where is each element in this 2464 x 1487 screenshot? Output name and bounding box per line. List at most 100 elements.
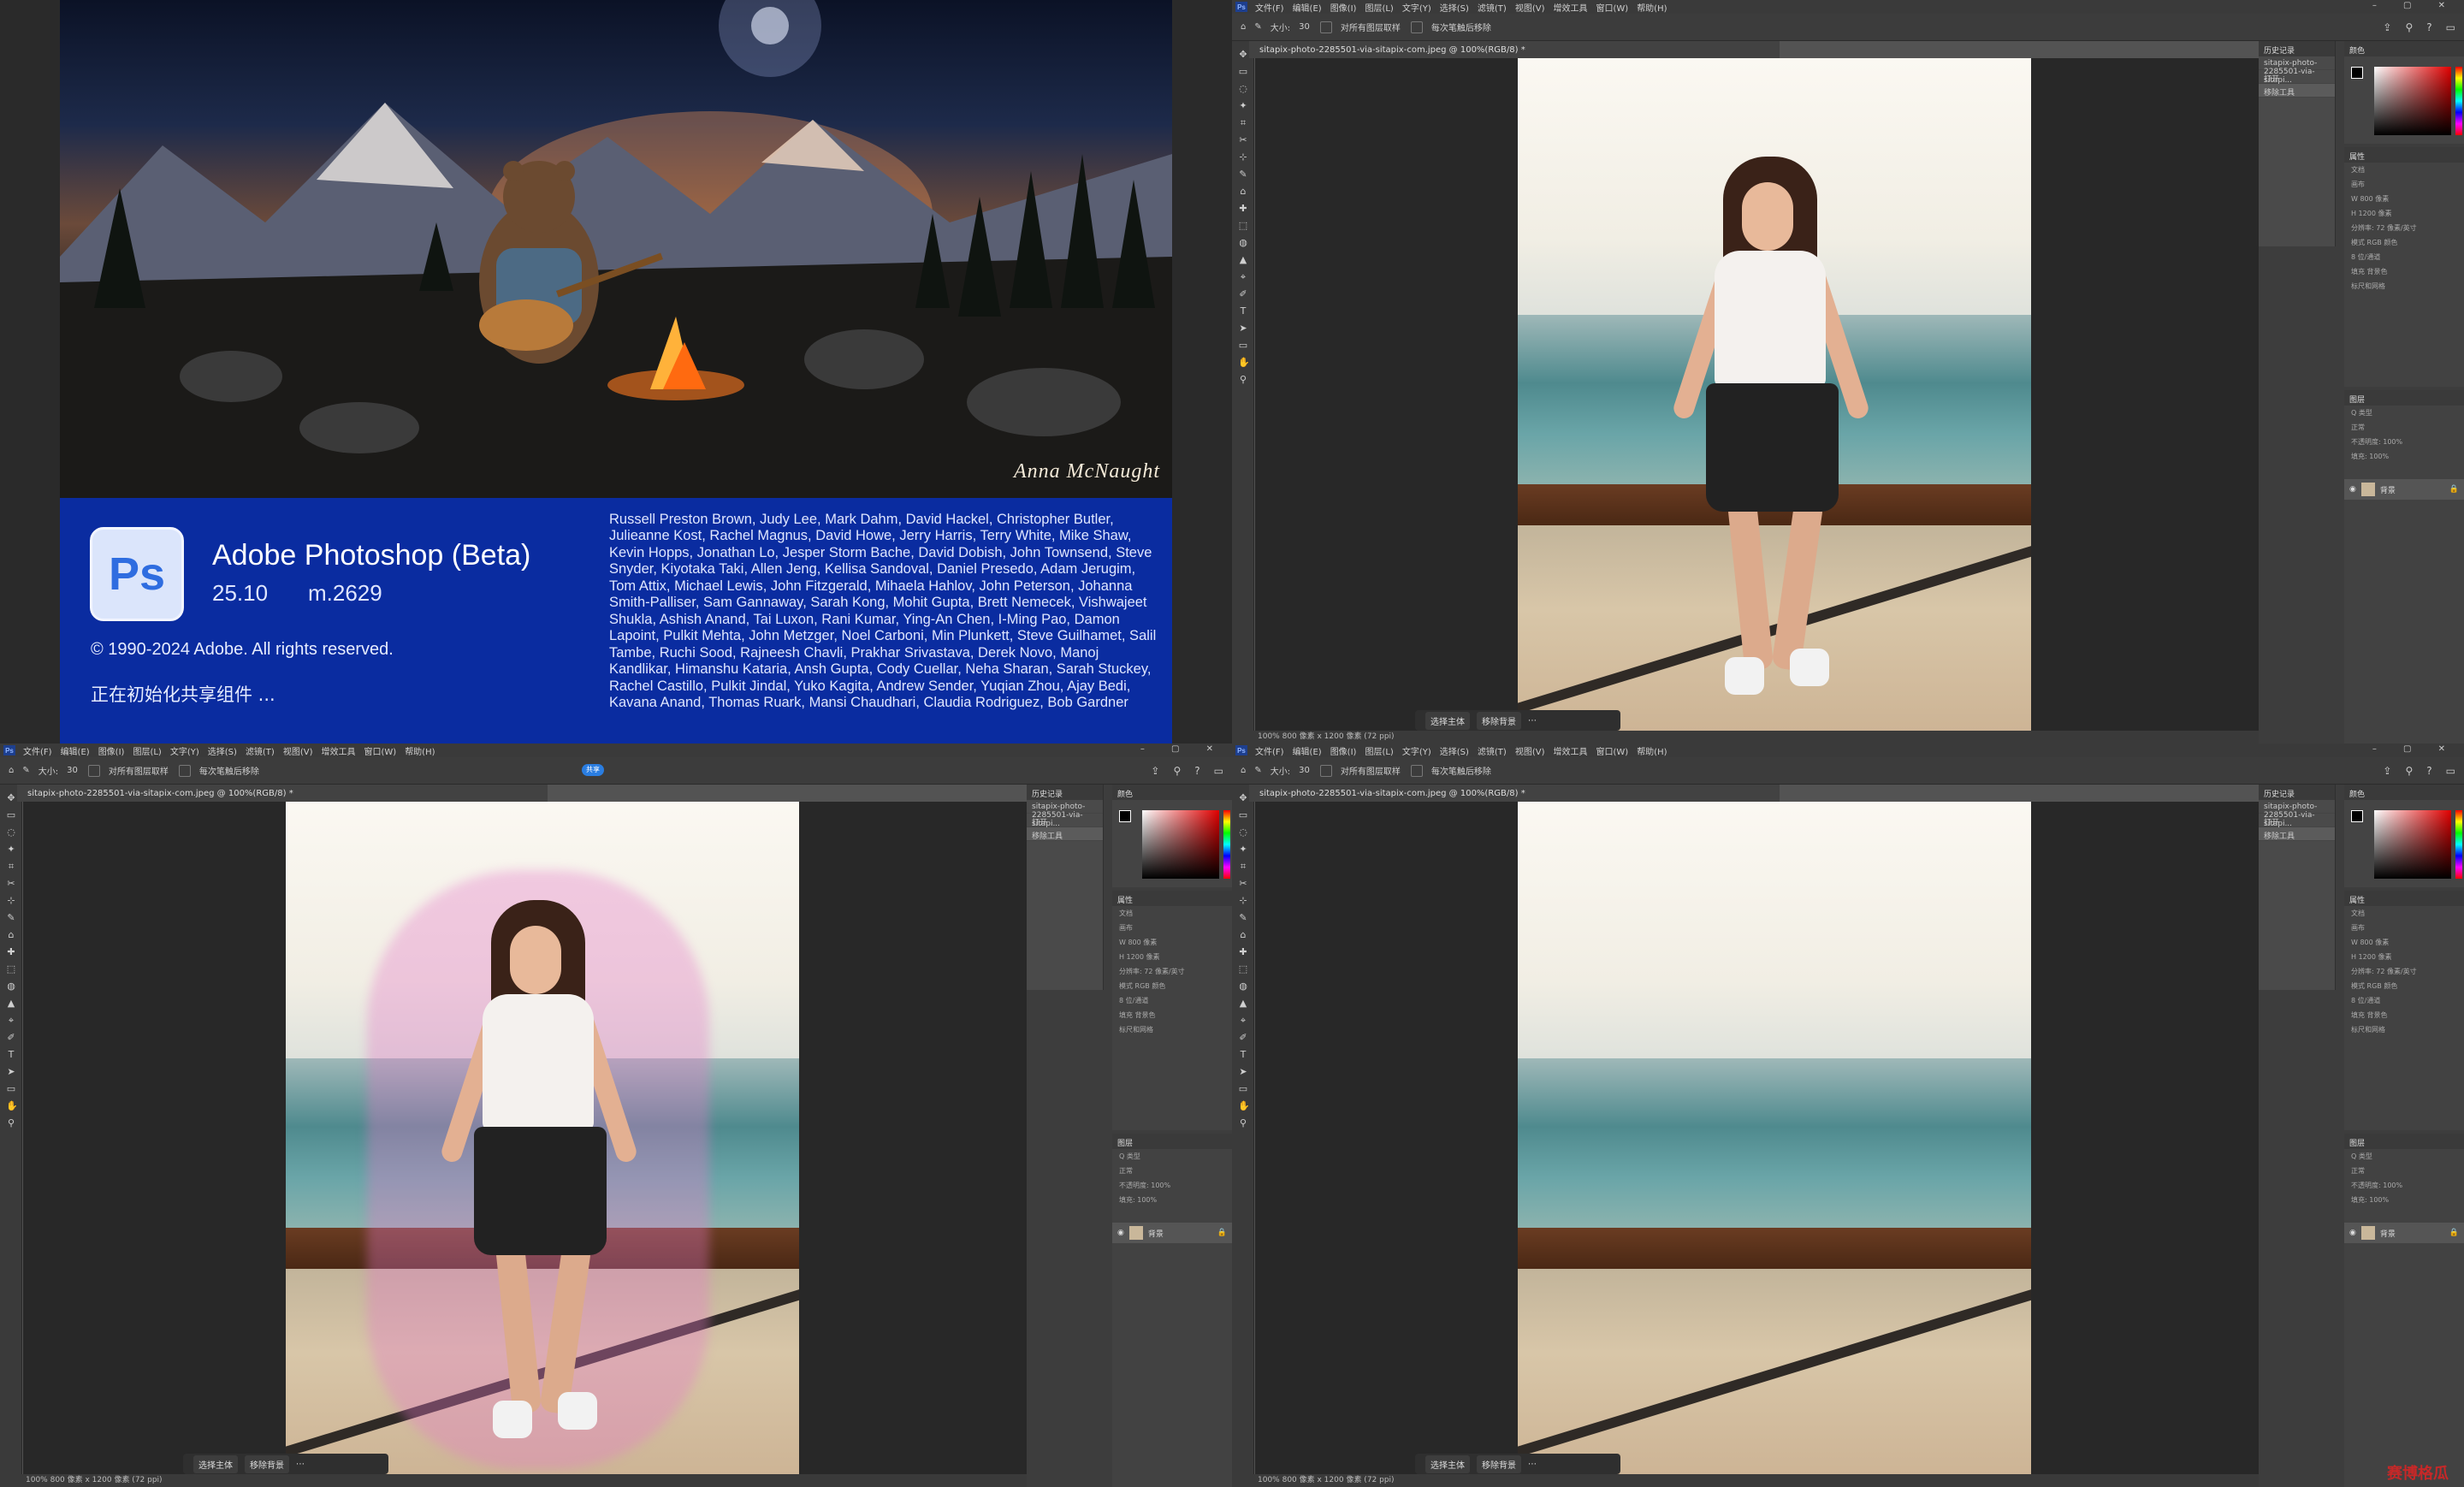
tool-icon[interactable]: ✚ bbox=[6, 947, 16, 957]
tool-icon[interactable]: ◍ bbox=[1238, 981, 1248, 992]
menu-item[interactable]: 增效工具 bbox=[317, 748, 359, 757]
tool-icon[interactable]: ⬚ bbox=[6, 964, 16, 975]
tool-icon[interactable]: ⚲ bbox=[1238, 375, 1248, 385]
layer-fill[interactable]: 填充: 100% bbox=[1112, 1193, 1232, 1207]
props-guides[interactable]: 标尺和网格 bbox=[2344, 1022, 2464, 1037]
tool-icon[interactable]: ⚲ bbox=[6, 1118, 16, 1129]
props-width[interactable]: W 800 像素 bbox=[1112, 935, 1232, 950]
workspace-icon[interactable]: ▭ bbox=[2446, 21, 2455, 33]
hue-slider[interactable] bbox=[2455, 810, 2462, 879]
tool-icon[interactable]: ✦ bbox=[1238, 101, 1248, 111]
help-icon[interactable]: ? bbox=[2426, 765, 2431, 777]
tool-icon[interactable]: ⌂ bbox=[6, 930, 16, 940]
menu-item[interactable]: 增效工具 bbox=[1549, 748, 1591, 757]
document-image[interactable] bbox=[1518, 802, 2031, 1476]
menu-item[interactable]: 滤镜(T) bbox=[1473, 4, 1511, 14]
tool-icon[interactable]: ✋ bbox=[6, 1101, 18, 1111]
color-picker-field[interactable] bbox=[2374, 810, 2451, 879]
color-panel-tabs[interactable]: 颜色 bbox=[2344, 41, 2464, 56]
props-mode[interactable]: 模式 RGB 颜色 bbox=[2344, 235, 2464, 250]
document-tab[interactable]: sitapix-photo-2285501-via-sitapix-com.jp… bbox=[17, 785, 548, 802]
layer-name[interactable]: 背景 bbox=[2380, 484, 2396, 495]
more-options-icon[interactable]: ⋯ bbox=[1528, 716, 1537, 726]
menu-item[interactable]: 文字(Y) bbox=[1398, 748, 1436, 757]
menu-item[interactable]: 帮助(H) bbox=[1632, 748, 1671, 757]
search-icon[interactable]: ⚲ bbox=[2405, 21, 2413, 33]
canvas-area[interactable]: 选择主体 移除背景 ⋯ bbox=[23, 802, 1027, 1476]
tool-icon[interactable]: ⌂ bbox=[1238, 930, 1248, 940]
history-snapshot[interactable]: sitapix-photo-2285501-via-sitapi... bbox=[2259, 56, 2335, 85]
foreground-color-swatch[interactable] bbox=[2351, 67, 2363, 79]
tool-icon[interactable]: ✐ bbox=[6, 1033, 16, 1043]
color-panel-tabs[interactable]: 颜色 bbox=[2344, 785, 2464, 800]
tool-icon[interactable]: ➤ bbox=[6, 1067, 16, 1077]
tool-icon[interactable]: ✂ bbox=[1238, 879, 1248, 889]
layers-panel-title[interactable]: 图层 bbox=[2344, 390, 2464, 406]
history-remove-step[interactable]: 移除工具 bbox=[1027, 827, 1103, 841]
props-fill[interactable]: 填充 背景色 bbox=[1112, 1008, 1232, 1022]
tool-icon[interactable]: ⊹ bbox=[1238, 152, 1248, 163]
auto-remove-checkbox[interactable] bbox=[178, 764, 191, 777]
props-width[interactable]: W 800 像素 bbox=[2344, 935, 2464, 950]
tool-icon[interactable]: ▭ bbox=[6, 810, 16, 821]
brush-tool-icon[interactable]: ✎ bbox=[1254, 766, 1261, 775]
document-image[interactable] bbox=[1518, 58, 2031, 732]
menu-item[interactable]: 增效工具 bbox=[1549, 4, 1591, 14]
auto-remove-checkbox[interactable] bbox=[1410, 21, 1423, 33]
workspace-icon[interactable]: ▭ bbox=[2446, 765, 2455, 777]
sample-all-checkbox[interactable] bbox=[87, 764, 100, 777]
share-icon[interactable]: ⇪ bbox=[1151, 765, 1159, 777]
tool-icon[interactable]: ✥ bbox=[1238, 50, 1248, 60]
tool-icon[interactable]: ✦ bbox=[1238, 844, 1248, 855]
layer-kind-filter[interactable]: Q 类型 bbox=[1112, 1149, 1232, 1164]
layer-fill[interactable]: 填充: 100% bbox=[2344, 1193, 2464, 1207]
auto-remove-checkbox[interactable] bbox=[1410, 764, 1423, 777]
sample-all-checkbox[interactable] bbox=[1319, 764, 1332, 777]
tool-icon[interactable]: ⌂ bbox=[1238, 187, 1248, 197]
tool-icon[interactable]: ⌗ bbox=[1238, 862, 1248, 872]
share-icon[interactable]: ⇪ bbox=[2383, 765, 2391, 777]
canvas-area[interactable]: 选择主体 移除背景 ⋯ bbox=[1255, 802, 2259, 1476]
search-icon[interactable]: ⚲ bbox=[1173, 765, 1181, 777]
tool-icon[interactable]: ◍ bbox=[6, 981, 16, 992]
color-panel-tabs[interactable]: 颜色 bbox=[1112, 785, 1232, 800]
menu-item[interactable]: 窗口(W) bbox=[359, 748, 400, 757]
brush-size-value[interactable]: 30 bbox=[1299, 22, 1310, 32]
tool-icon[interactable]: ⚲ bbox=[1238, 1118, 1248, 1129]
tool-icon[interactable]: ✋ bbox=[1238, 358, 1250, 368]
help-icon[interactable]: ? bbox=[1194, 765, 1199, 777]
menu-item[interactable]: 视图(V) bbox=[1511, 748, 1549, 757]
menu-item[interactable]: 文件(F) bbox=[1251, 4, 1288, 14]
sample-all-checkbox[interactable] bbox=[1319, 21, 1332, 33]
menu-item[interactable]: 文字(Y) bbox=[1398, 4, 1436, 14]
props-height[interactable]: H 1200 像素 bbox=[2344, 206, 2464, 221]
tool-icon[interactable]: ✦ bbox=[6, 844, 16, 855]
eye-icon[interactable]: ◉ bbox=[1117, 1229, 1124, 1237]
tool-icon[interactable]: ➤ bbox=[1238, 323, 1248, 334]
tool-icon[interactable]: ⌖ bbox=[1238, 1016, 1248, 1026]
share-chip[interactable]: 共享 bbox=[582, 764, 604, 776]
document-image[interactable] bbox=[286, 802, 799, 1476]
home-icon[interactable]: ⌂ bbox=[1241, 22, 1246, 32]
foreground-color-swatch[interactable] bbox=[2351, 810, 2363, 822]
brush-tool-icon[interactable]: ✎ bbox=[22, 766, 29, 775]
foreground-color-swatch[interactable] bbox=[1119, 810, 1131, 822]
props-width[interactable]: W 800 像素 bbox=[2344, 192, 2464, 206]
props-guides[interactable]: 标尺和网格 bbox=[2344, 279, 2464, 293]
remove-background-button[interactable]: 移除背景 bbox=[1477, 1454, 1521, 1473]
menu-item[interactable]: 帮助(H) bbox=[1632, 4, 1671, 14]
menu-item[interactable]: 视图(V) bbox=[1511, 4, 1549, 14]
search-icon[interactable]: ⚲ bbox=[2405, 765, 2413, 777]
tool-icon[interactable]: ◌ bbox=[1238, 827, 1248, 838]
color-picker-field[interactable] bbox=[1142, 810, 1219, 879]
menu-item[interactable]: 选择(S) bbox=[1436, 748, 1473, 757]
workspace-icon[interactable]: ▭ bbox=[1214, 765, 1223, 777]
select-subject-button[interactable]: 选择主体 bbox=[1425, 711, 1470, 730]
menu-item[interactable]: 文件(F) bbox=[1251, 748, 1288, 757]
tool-icon[interactable]: ⌖ bbox=[1238, 272, 1248, 282]
tool-icon[interactable]: ⌖ bbox=[6, 1016, 16, 1026]
layer-fill[interactable]: 填充: 100% bbox=[2344, 449, 2464, 464]
tool-icon[interactable]: ✐ bbox=[1238, 289, 1248, 299]
layer-name[interactable]: 背景 bbox=[1148, 1228, 1164, 1239]
document-tab[interactable]: sitapix-photo-2285501-via-sitapix-com.jp… bbox=[1249, 785, 1780, 802]
